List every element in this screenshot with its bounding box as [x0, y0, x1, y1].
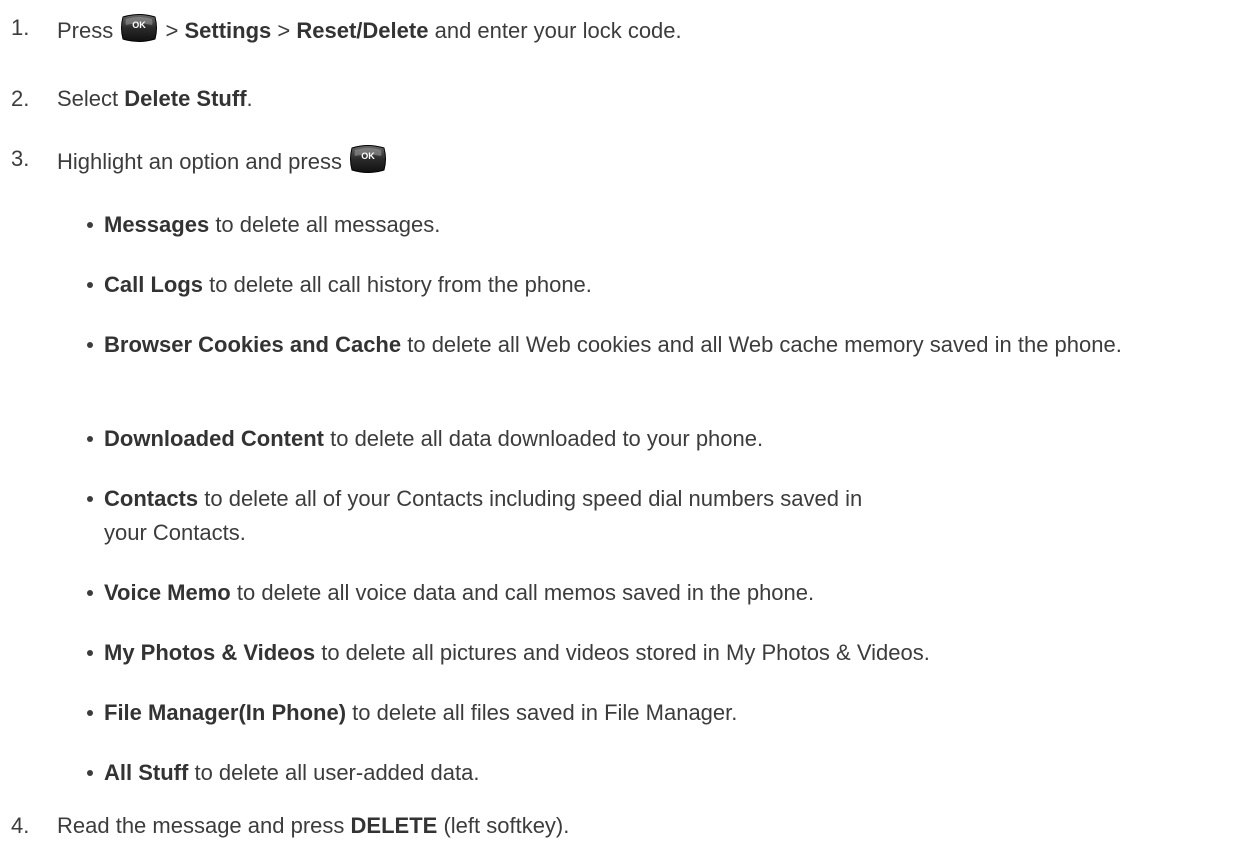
- svg-text:OK: OK: [133, 20, 147, 30]
- instructions-document: 1. Press OK > Settings > Reset/Delete an…: [0, 0, 1253, 854]
- bullet-icon: [87, 222, 93, 228]
- step-number: 2.: [11, 86, 30, 111]
- svg-text:OK: OK: [361, 151, 375, 161]
- bullet-icon: [87, 496, 93, 502]
- bullet-icon: [87, 590, 93, 596]
- bullet-icon: [87, 436, 93, 442]
- bullet-icon: [87, 282, 93, 288]
- bullet-icon: [87, 710, 93, 716]
- bullet-icon: [87, 342, 93, 348]
- step-number: 1.: [11, 15, 30, 40]
- step-number: 4.: [11, 813, 30, 838]
- ok-key-icon: OK: [120, 13, 158, 43]
- bullet-icon: [87, 770, 93, 776]
- step-text: Read the message and press DELETE (left …: [57, 813, 570, 838]
- ok-key-icon: OK: [349, 144, 387, 174]
- bullet-icon: [87, 650, 93, 656]
- step-text: Select Delete Stuff.: [57, 86, 253, 111]
- step-text: Press OK > Settings > Reset/Delete and e…: [57, 13, 682, 46]
- step-number: 3.: [11, 146, 30, 171]
- step-text: Highlight an option and press OK: [57, 144, 388, 177]
